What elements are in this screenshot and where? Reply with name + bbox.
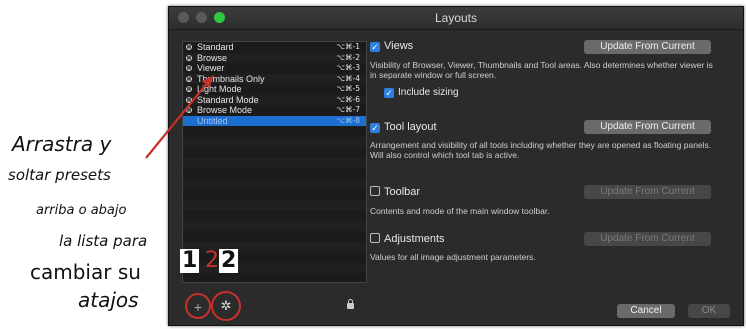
annotation-arrow (145, 75, 214, 159)
